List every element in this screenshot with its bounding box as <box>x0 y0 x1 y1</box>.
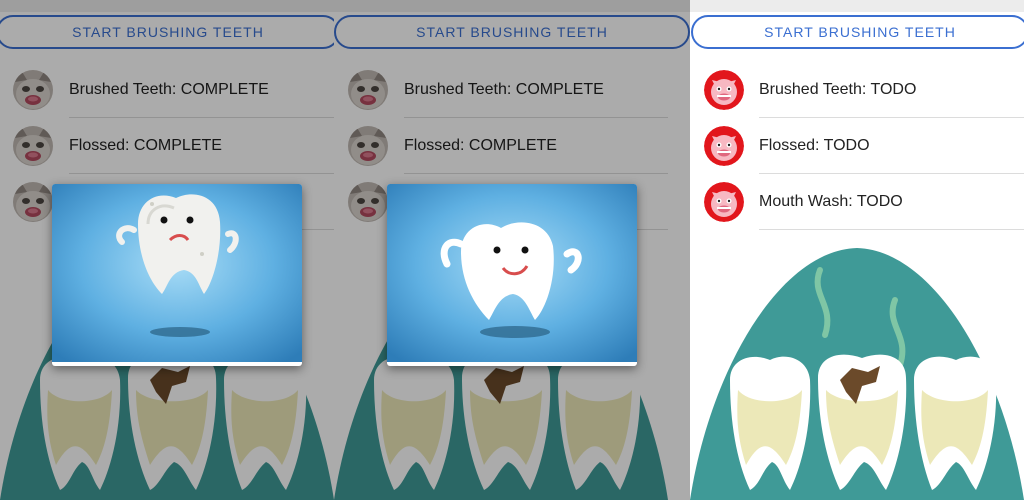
teeth-illustration <box>690 240 1024 500</box>
dialog-card[interactable] <box>387 184 637 366</box>
panel-1: START BRUSHING TEETH Brushed Teeth: COMP… <box>0 0 334 500</box>
top-bar <box>690 0 1024 12</box>
list-item[interactable]: Mouth Wash: TODO <box>690 174 1024 230</box>
happy-tooth-image <box>387 184 637 362</box>
list-item[interactable]: Brushed Teeth: TODO <box>690 62 1024 118</box>
pig-avatar-icon <box>704 126 744 166</box>
task-label: Mouth Wash: TODO <box>759 193 903 210</box>
pig-avatar-icon <box>704 70 744 110</box>
sad-tooth-image <box>52 184 302 362</box>
start-brushing-button[interactable]: START BRUSHING TEETH <box>691 15 1024 49</box>
pig-avatar-icon <box>704 182 744 222</box>
task-label: Flossed: TODO <box>759 137 870 154</box>
task-label: Brushed Teeth: TODO <box>759 81 917 98</box>
dialog-card[interactable] <box>52 184 302 366</box>
panel-2: START BRUSHING TEETH Brushed Teeth: COMP… <box>334 0 690 500</box>
divider <box>759 229 1024 230</box>
panel-3: START BRUSHING TEETH Brushed Teeth: TODO… <box>690 0 1024 500</box>
list-item[interactable]: Flossed: TODO <box>690 118 1024 174</box>
